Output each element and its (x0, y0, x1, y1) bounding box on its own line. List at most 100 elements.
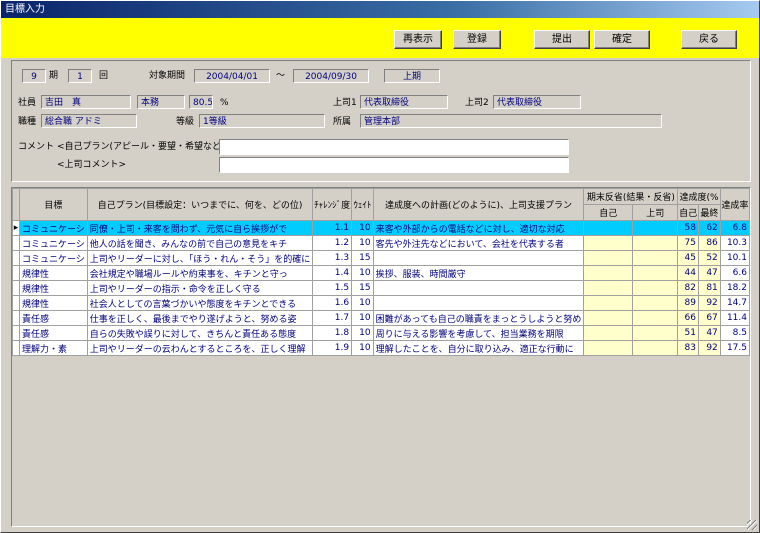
cell-achievement-plan[interactable]: 困難があっても自己の職責をまっとうしようと努め (372, 310, 585, 326)
row-selector[interactable] (12, 310, 20, 326)
cell-challenge[interactable]: 1.8 (312, 325, 353, 341)
cell-weight[interactable]: 10 (351, 265, 374, 281)
cell-self-plan[interactable]: 同僚・上司・来客を問わず、元気に自ら挨拶がで (86, 220, 314, 236)
cell-reflection-self[interactable] (583, 340, 634, 356)
table-row[interactable]: コミュニケーシ 他人の話を聞き、みんなの前で自己の意見をキチ 1.2 10 客先や外注先… (12, 235, 751, 251)
cell-achievement-plan[interactable] (372, 250, 585, 266)
round-field[interactable]: 1 (68, 69, 92, 83)
cell-reflection-self[interactable] (583, 310, 634, 326)
cell-reflection-boss[interactable] (632, 235, 679, 251)
back-button[interactable]: 戻る (681, 30, 737, 49)
cell-reflection-boss[interactable] (632, 250, 679, 266)
grade-field[interactable]: 1等級 (199, 114, 325, 128)
cell-goal[interactable]: コミュニケーシ (18, 250, 88, 266)
cell-reflection-self[interactable] (583, 250, 634, 266)
col-reflection-self[interactable]: 自己 (583, 204, 634, 221)
boss2-field[interactable]: 代表取締役 (493, 95, 581, 109)
cell-achievement-plan[interactable]: 挨拶、服装、時間厳守 (372, 265, 585, 281)
col-reflection-boss[interactable]: 上司 (632, 204, 679, 221)
job-field[interactable]: 総合職 アドミ (41, 114, 137, 128)
cell-degree-self[interactable]: 83 (677, 340, 699, 356)
cell-rate[interactable]: 8.5 (719, 325, 751, 341)
cell-rate[interactable]: 6.8 (719, 220, 751, 236)
cell-degree-self[interactable]: 66 (677, 310, 699, 326)
cell-reflection-self[interactable] (583, 235, 634, 251)
current-row-indicator-icon[interactable]: ▸ (12, 220, 20, 236)
end-date-field[interactable]: 2004/09/30 (293, 69, 369, 83)
table-row[interactable]: 規律性 上司やリーダーの指示・命令を正しく守る 1.5 15 82 81 18.2 (12, 280, 751, 296)
cell-goal[interactable]: コミュニケーシ (18, 235, 88, 251)
cell-reflection-boss[interactable] (632, 265, 679, 281)
row-selector[interactable] (12, 235, 20, 251)
cell-achievement-plan[interactable] (372, 295, 585, 311)
employee-dept-field[interactable]: 本務 (137, 95, 185, 109)
cell-reflection-boss[interactable] (632, 280, 679, 296)
cell-degree-self[interactable]: 82 (677, 280, 699, 296)
cell-reflection-boss[interactable] (632, 325, 679, 341)
col-achievement-plan[interactable]: 達成度への計画(どのように)、上司支援プラン (372, 188, 585, 221)
cell-degree-final[interactable]: 47 (697, 325, 721, 341)
cell-goal[interactable]: 規律性 (18, 280, 88, 296)
cell-rate[interactable]: 10.3 (719, 235, 751, 251)
confirm-button[interactable]: 確定 (594, 30, 650, 49)
cell-self-plan[interactable]: 他人の話を聞き、みんなの前で自己の意見をキチ (86, 235, 314, 251)
cell-reflection-self[interactable] (583, 295, 634, 311)
cell-goal[interactable]: 責任感 (18, 310, 88, 326)
register-button[interactable]: 登録 (453, 30, 501, 49)
half-field[interactable]: 上期 (384, 69, 440, 83)
cell-goal[interactable]: 規律性 (18, 265, 88, 281)
redisplay-button[interactable]: 再表示 (394, 30, 442, 49)
cell-reflection-self[interactable] (583, 325, 634, 341)
cell-degree-final[interactable]: 86 (697, 235, 721, 251)
cell-degree-final[interactable]: 92 (697, 295, 721, 311)
cell-degree-final[interactable]: 47 (697, 265, 721, 281)
cell-degree-self[interactable]: 44 (677, 265, 699, 281)
table-row[interactable]: ▸ コミュニケーシ 同僚・上司・来客を問わず、元気に自ら挨拶がで 1.1 10 来客や外部… (12, 220, 751, 236)
cell-rate[interactable]: 17.5 (719, 340, 751, 356)
cell-achievement-plan[interactable]: 客先や外注先などにおいて、会社を代表する者 (372, 235, 585, 251)
cell-reflection-self[interactable] (583, 265, 634, 281)
cell-degree-final[interactable]: 81 (697, 280, 721, 296)
cell-weight[interactable]: 10 (351, 310, 374, 326)
cell-challenge[interactable]: 1.9 (312, 340, 353, 356)
cell-self-plan[interactable]: 仕事を正しく、最後までやり遂げようと、努める姿 (86, 310, 314, 326)
boss-comment-input[interactable] (219, 157, 569, 173)
cell-weight[interactable]: 10 (351, 340, 374, 356)
term-field[interactable]: 9 (22, 69, 46, 83)
cell-degree-self[interactable]: 89 (677, 295, 699, 311)
cell-challenge[interactable]: 1.6 (312, 295, 353, 311)
table-row[interactable]: 責任感 仕事を正しく、最後までやり遂げようと、努める姿 1.7 10 困難があっても自己… (12, 310, 751, 326)
cell-weight[interactable]: 15 (351, 250, 374, 266)
col-self-plan[interactable]: 自己プラン(目標設定：いつまでに、何を、どの位) (86, 188, 314, 221)
cell-rate[interactable]: 10.1 (719, 250, 751, 266)
cell-reflection-boss[interactable] (632, 340, 679, 356)
boss1-field[interactable]: 代表取締役 (360, 95, 448, 109)
cell-self-plan[interactable]: 会社規定や職場ルールや約束事を、キチンと守っ (86, 265, 314, 281)
cell-degree-self[interactable]: 51 (677, 325, 699, 341)
cell-degree-self[interactable]: 75 (677, 235, 699, 251)
cell-goal[interactable]: 理解力・素 (18, 340, 88, 356)
cell-degree-self[interactable]: 45 (677, 250, 699, 266)
self-comment-input[interactable] (219, 139, 569, 155)
cell-rate[interactable]: 18.2 (719, 280, 751, 296)
cell-challenge[interactable]: 1.2 (312, 235, 353, 251)
cell-challenge[interactable]: 1.7 (312, 310, 353, 326)
table-row[interactable]: コミュニケーシ 上司やリーダーに対し、「ほう・れん・そう」を的確に 1.3 15 45 5… (12, 250, 751, 266)
cell-challenge[interactable]: 1.3 (312, 250, 353, 266)
cell-achievement-plan[interactable] (372, 280, 585, 296)
col-challenge[interactable]: ﾁｬﾚﾝｼﾞ度 (312, 188, 353, 221)
cell-reflection-boss[interactable] (632, 220, 679, 236)
row-selector[interactable] (12, 265, 20, 281)
col-rate[interactable]: 達成率 (719, 188, 751, 221)
cell-degree-self[interactable]: 58 (677, 220, 699, 236)
cell-reflection-self[interactable] (583, 220, 634, 236)
start-date-field[interactable]: 2004/04/01 (194, 69, 270, 83)
cell-self-plan[interactable]: 上司やリーダーに対し、「ほう・れん・そう」を的確に (86, 250, 314, 266)
cell-reflection-boss[interactable] (632, 295, 679, 311)
cell-goal[interactable]: 責任感 (18, 325, 88, 341)
resize-grip[interactable] (747, 520, 757, 530)
cell-degree-final[interactable]: 67 (697, 310, 721, 326)
employee-ratio-field[interactable]: 80.5 (189, 95, 213, 109)
row-selector[interactable] (12, 250, 20, 266)
col-degree-self[interactable]: 自己 (677, 204, 699, 221)
